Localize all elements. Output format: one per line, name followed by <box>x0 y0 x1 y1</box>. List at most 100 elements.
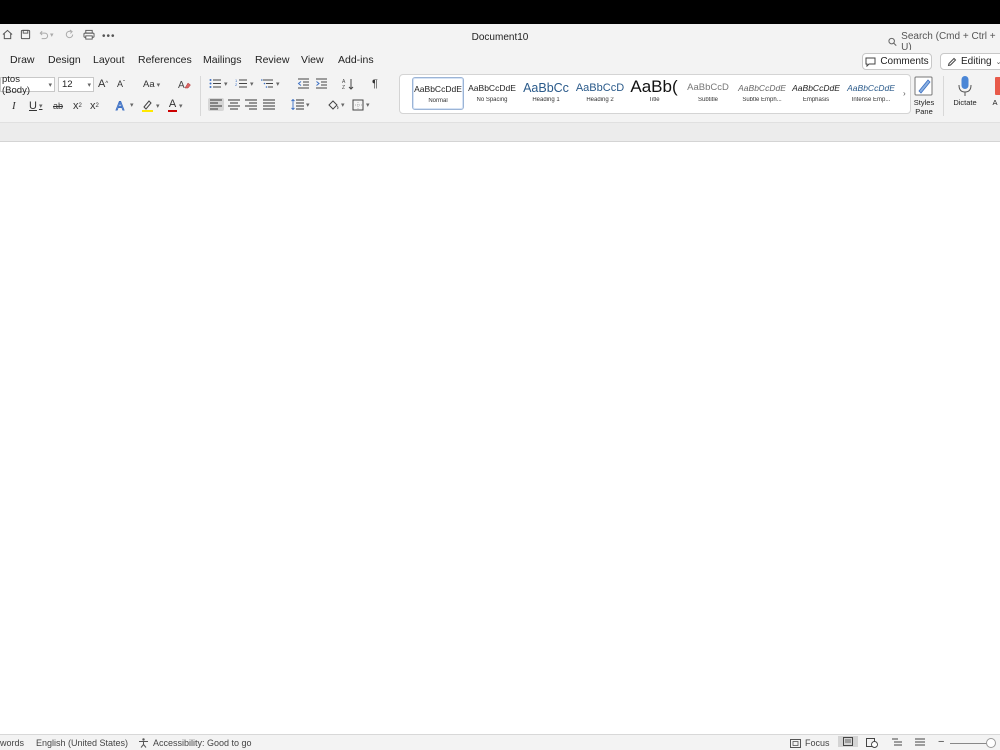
italic-icon[interactable]: I <box>12 100 16 112</box>
font-size-value: 12 <box>62 79 73 90</box>
shrink-font-icon[interactable]: Aˇ <box>117 79 125 89</box>
style-heading-2[interactable]: AaBbCcD Heading 2 <box>574 77 626 110</box>
highlighter-icon[interactable]: ▾ <box>141 99 160 112</box>
underline-icon[interactable]: U ▾ <box>29 100 42 112</box>
multilevel-list-icon[interactable]: ▾ <box>261 78 280 89</box>
word-count[interactable]: words <box>0 738 24 748</box>
styles-pane-icon <box>914 76 933 96</box>
justify-icon[interactable] <box>263 99 275 110</box>
search-icon <box>888 37 897 47</box>
print-layout-view-icon[interactable] <box>838 736 858 747</box>
tab-design[interactable]: Design <box>48 54 81 66</box>
tab-review[interactable]: Review <box>255 54 289 66</box>
align-center-icon[interactable] <box>228 99 240 110</box>
align-left-icon[interactable] <box>208 98 224 111</box>
style-intense-emphasis[interactable]: AaBbCcDdE Intense Emp... <box>845 77 897 110</box>
numbering-icon[interactable]: 1 2 ▾ <box>235 78 254 89</box>
language-indicator[interactable]: English (United States) <box>36 738 128 748</box>
draft-view-icon[interactable] <box>915 738 925 747</box>
dictate-label: Dictate <box>953 98 977 108</box>
dictate-button[interactable]: Dictate <box>950 75 980 108</box>
sort-icon[interactable]: AZ <box>342 78 355 90</box>
style-preview: AaBbCcDdE <box>792 83 840 93</box>
microphone-icon <box>958 76 972 96</box>
grow-font-icon[interactable]: A ^ <box>98 78 108 90</box>
increase-indent-icon[interactable] <box>315 78 328 89</box>
font-family-select[interactable]: ptos (Body) ▾ <box>0 74 55 96</box>
focus-icon <box>790 738 801 748</box>
comments-label: Comments <box>880 56 929 67</box>
decrease-indent-icon[interactable] <box>297 78 310 89</box>
style-preview: AaBbCcDdE <box>468 83 516 93</box>
italic-glyph: I <box>12 100 16 112</box>
accessibility-indicator[interactable]: Accessibility: Good to go <box>138 738 252 748</box>
tab-mailings[interactable]: Mailings <box>203 54 242 66</box>
style-preview: AaBbCcDdE <box>847 83 895 93</box>
ribbon-separator <box>200 76 201 116</box>
font-size-select[interactable]: 12 ▾ <box>58 77 94 92</box>
style-name: Subtle Emph... <box>742 97 782 103</box>
zoom-slider-handle[interactable] <box>986 738 996 748</box>
strikethrough-icon[interactable]: ab <box>53 101 63 111</box>
zoom-out-icon[interactable]: − <box>938 736 944 748</box>
clear-formatting-icon[interactable]: A <box>178 78 191 90</box>
comments-button[interactable]: Comments <box>862 53 932 70</box>
style-emphasis[interactable]: AaBbCcDdE Emphasis <box>790 77 842 110</box>
align-right-icon[interactable] <box>245 99 257 110</box>
tab-draw[interactable]: Draw <box>10 54 35 66</box>
outline-view-icon[interactable] <box>892 738 902 747</box>
chevron-down-icon: ▾ <box>87 81 91 89</box>
accessibility-label: Accessibility: Good to go <box>153 738 252 748</box>
style-preview: AaBbCcD <box>575 82 625 94</box>
style-preview: AaBb( <box>630 77 678 96</box>
chevron-right-icon[interactable]: › <box>903 89 906 98</box>
style-name: Heading 2 <box>586 97 614 103</box>
style-heading-1[interactable]: AaBbCc Heading 1 <box>520 77 572 110</box>
status-bar: words English (United States) Accessibil… <box>0 734 1000 750</box>
bullets-icon[interactable]: ▾ <box>209 78 228 89</box>
web-layout-view-icon[interactable] <box>866 738 878 748</box>
editing-button[interactable]: Editing ⌄ <box>940 53 1000 70</box>
add-in-icon <box>995 77 1000 95</box>
pencil-icon <box>947 57 957 66</box>
pilcrow-icon[interactable]: ¶ <box>372 78 378 90</box>
tab-view[interactable]: View <box>301 54 324 66</box>
style-title[interactable]: AaBb( Title <box>628 77 680 110</box>
accessibility-icon <box>139 738 148 748</box>
subscript-icon[interactable]: x2 <box>73 100 82 112</box>
style-no-spacing[interactable]: AaBbCcDdE No Spacing <box>466 77 518 110</box>
tab-references[interactable]: References <box>138 54 192 66</box>
ribbon-separator <box>943 76 944 116</box>
borders-icon[interactable]: ▾ <box>352 99 370 111</box>
pilcrow-glyph: ¶ <box>372 78 378 90</box>
style-subtitle[interactable]: AaBbCcD Subtitle <box>682 77 734 110</box>
superscript-icon[interactable]: x2 <box>90 100 99 112</box>
zoom-slider[interactable] <box>950 743 988 744</box>
chevron-down-icon: ⌄ <box>995 58 1000 66</box>
style-preview: AaBbCc <box>523 81 569 95</box>
style-normal[interactable]: AaBbCcDdE Normal <box>412 77 464 110</box>
svg-text:2: 2 <box>235 82 238 87</box>
comment-icon <box>865 57 876 67</box>
styles-pane-button[interactable]: Styles Pane <box>910 75 938 116</box>
tab-layout[interactable]: Layout <box>93 54 125 66</box>
change-case-glyph: Aa <box>143 79 155 90</box>
font-color-glyph: A <box>168 98 177 110</box>
line-spacing-icon[interactable]: ▾ <box>291 99 310 110</box>
add-in-label: A <box>992 98 998 108</box>
font-family-value: ptos (Body) <box>2 73 30 96</box>
top-black-bar <box>0 0 1000 24</box>
shading-icon[interactable]: ▾ <box>327 99 345 111</box>
change-case-icon[interactable]: Aa ▾ <box>143 79 160 90</box>
style-subtle-emphasis[interactable]: AaBbCcDdE Subtle Emph... <box>736 77 788 110</box>
editing-label: Editing <box>961 56 992 67</box>
style-preview: AaBbCcDdE <box>738 83 786 93</box>
document-page[interactable] <box>0 143 1000 734</box>
tab-add-ins[interactable]: Add-ins <box>338 54 374 66</box>
svg-text:Z: Z <box>342 85 345 90</box>
add-in-button[interactable]: A <box>990 75 1000 108</box>
text-effects-icon[interactable]: A ▾ <box>115 99 134 111</box>
document-title: Document10 <box>471 32 529 43</box>
focus-button[interactable]: Focus <box>790 738 830 748</box>
font-color-icon[interactable]: A ▾ <box>168 99 183 112</box>
